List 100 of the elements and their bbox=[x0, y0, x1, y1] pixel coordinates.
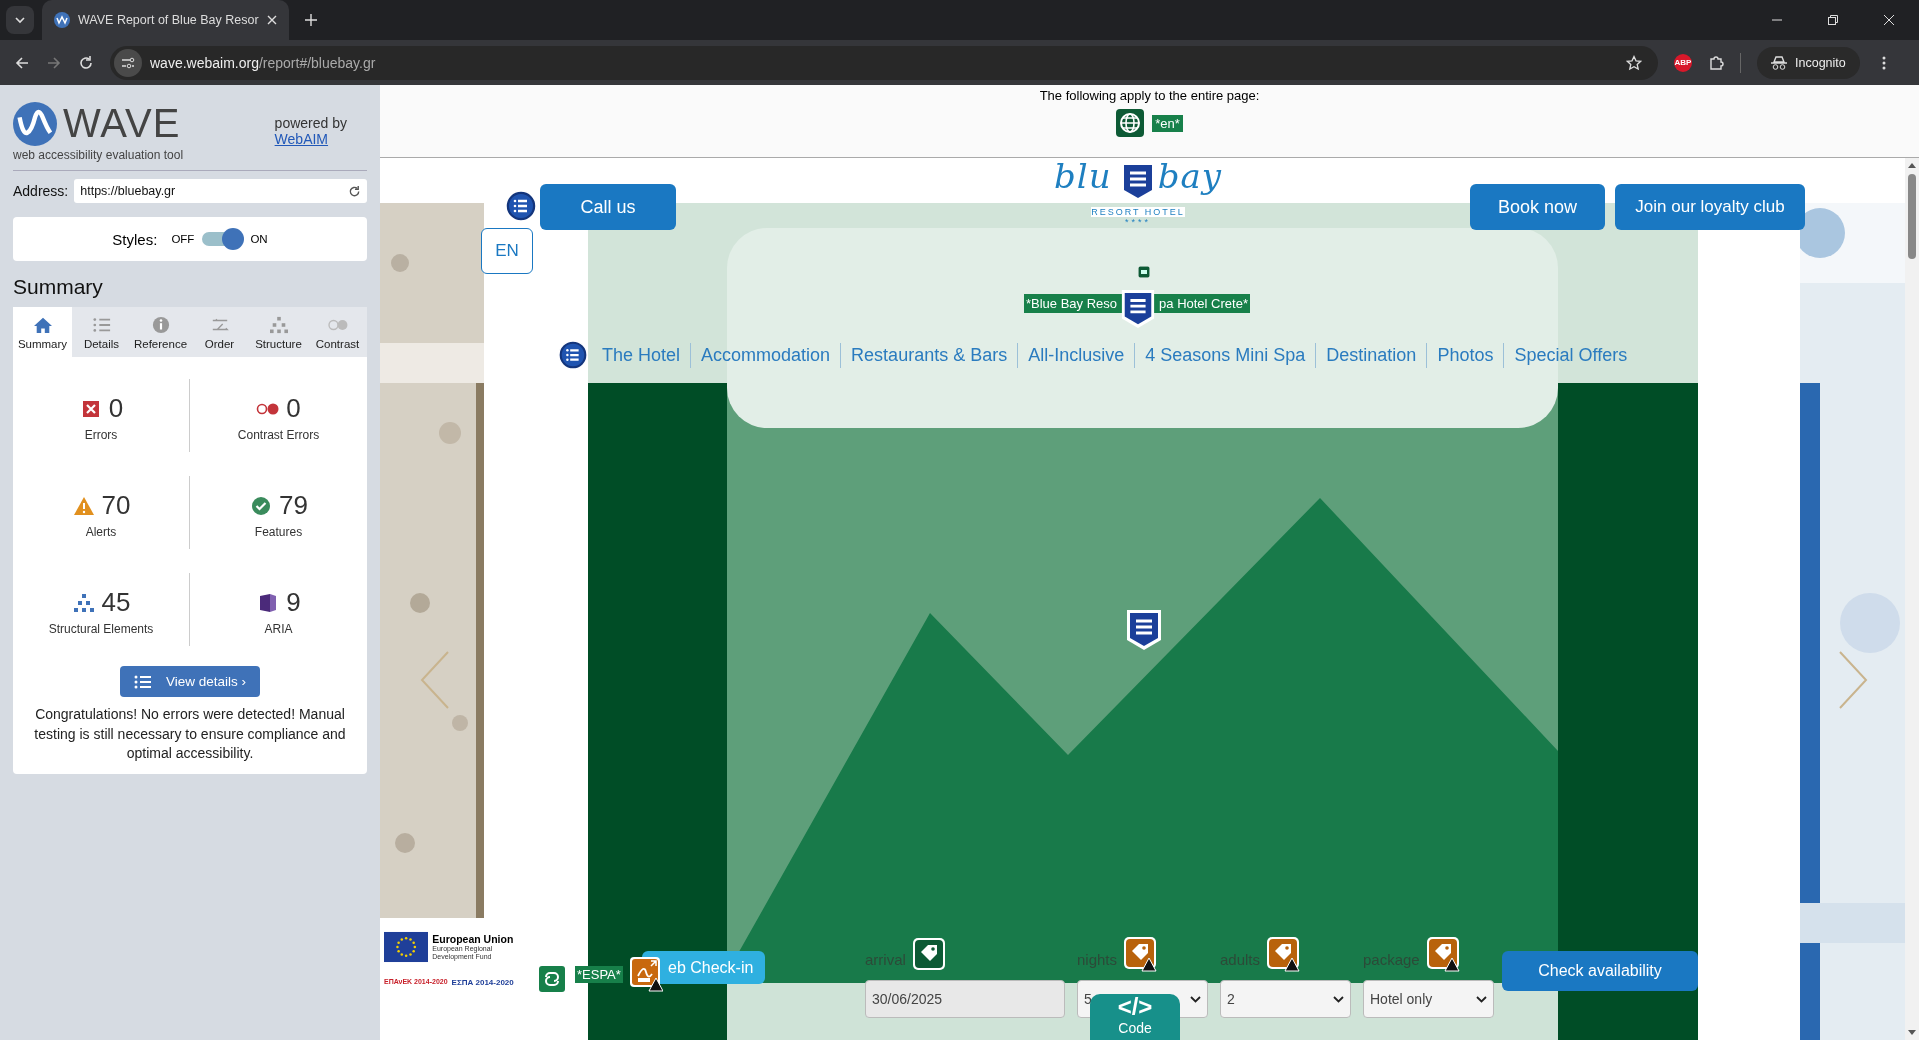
on-label: ON bbox=[250, 233, 268, 245]
panel-tab[interactable]: Details bbox=[72, 307, 131, 357]
incognito-icon bbox=[1771, 55, 1787, 70]
date-field[interactable]: 30/06/2025 bbox=[865, 980, 1065, 1018]
scrollbar-thumb[interactable] bbox=[1908, 174, 1916, 259]
home-icon bbox=[31, 316, 54, 334]
logo-stars: **** bbox=[1125, 217, 1151, 228]
logo-text: bay bbox=[1157, 158, 1222, 196]
hierarchy-icon bbox=[267, 316, 290, 334]
summary-heading: Summary bbox=[13, 275, 104, 299]
scroll-up-icon[interactable] bbox=[1908, 162, 1916, 168]
stat-count: 0 bbox=[108, 393, 124, 424]
webaim-link[interactable]: WebAIM bbox=[274, 131, 347, 147]
list-icon bbox=[558, 340, 588, 370]
list-icon bbox=[90, 316, 113, 334]
nav-link[interactable]: 4 Seasons Mini Spa bbox=[1134, 342, 1316, 368]
refresh-icon[interactable] bbox=[348, 184, 361, 198]
wave-logo-icon bbox=[13, 101, 57, 146]
powered-by-text: powered by bbox=[274, 115, 347, 131]
puzzle-icon[interactable] bbox=[1708, 54, 1724, 71]
tab-search-button[interactable] bbox=[6, 6, 34, 34]
off-label: OFF bbox=[171, 233, 195, 245]
select-field[interactable]: Hotel only bbox=[1363, 980, 1494, 1018]
url-text: wave.webaim.org/report#/bluebay.gr bbox=[150, 54, 376, 71]
logo-text: blu bbox=[1054, 158, 1112, 196]
globe-icon bbox=[1116, 109, 1145, 137]
panel-tab[interactable]: Order bbox=[190, 307, 249, 357]
chevron-down-icon bbox=[14, 14, 26, 26]
close-icon[interactable] bbox=[266, 15, 277, 25]
nav-link[interactable]: Accommodation bbox=[690, 342, 841, 368]
panel-tab[interactable]: Contrast bbox=[308, 307, 367, 357]
warning-icon bbox=[71, 495, 96, 516]
stat-label: ARIA bbox=[264, 622, 293, 636]
restore-icon[interactable] bbox=[1827, 14, 1839, 26]
profile-button[interactable]: Incognito bbox=[1757, 46, 1860, 79]
stat-count: 9 bbox=[286, 587, 301, 618]
scrollbar[interactable] bbox=[1905, 158, 1919, 1040]
star-icon[interactable] bbox=[1626, 54, 1642, 71]
tab-title: WAVE Report of Blue Bay Resor bbox=[78, 13, 259, 27]
list-shield-icon bbox=[1120, 288, 1156, 330]
call-button[interactable]: Call us bbox=[540, 184, 676, 230]
result-message: Congratulations! No errors were detected! Manual testing is still necessary to ensure compliance and optimal accessibility. bbox=[33, 705, 347, 764]
nav-link[interactable]: The Hotel bbox=[592, 342, 691, 368]
list-icon bbox=[505, 190, 537, 222]
styles-label: Styles: bbox=[112, 230, 158, 248]
browser-tab[interactable]: WAVE Report of Blue Bay Resor bbox=[42, 0, 289, 40]
panel-tab[interactable]: Reference bbox=[131, 307, 190, 357]
nav-link[interactable]: Photos bbox=[1426, 342, 1504, 368]
stat-count: 0 bbox=[286, 393, 301, 424]
nav-link[interactable]: Restaurants & Bars bbox=[840, 342, 1018, 368]
list-icon bbox=[133, 674, 152, 689]
nav-link[interactable]: Destination bbox=[1315, 342, 1427, 368]
hierarchy-icon bbox=[71, 592, 96, 613]
logo-tagline: RESORT HOTEL bbox=[1091, 207, 1185, 218]
address-label: Address: bbox=[13, 183, 69, 199]
panel-tab[interactable]: Structure bbox=[249, 307, 308, 357]
chevron-down-icon bbox=[1333, 995, 1344, 1003]
close-icon[interactable] bbox=[1883, 14, 1895, 26]
forward-icon[interactable] bbox=[46, 54, 62, 71]
wave-logo-icon bbox=[54, 12, 70, 28]
select-field[interactable]: 2 bbox=[1220, 980, 1351, 1018]
title-label-text: *Blue Bay Reso bbox=[1026, 296, 1118, 311]
stat-label: Features bbox=[254, 525, 303, 539]
notice-text: The following apply to the entire page: bbox=[1039, 88, 1260, 103]
chevron-down-icon bbox=[1190, 995, 1201, 1003]
nav-link[interactable]: All-Inclusive bbox=[1017, 342, 1135, 368]
stat-count: 70 bbox=[101, 490, 131, 521]
code-tab[interactable]: </> Code bbox=[1090, 994, 1180, 1040]
reload-icon[interactable] bbox=[78, 54, 94, 71]
programme-logo-text: ΕΣΠΑ 2014-2020 bbox=[451, 978, 514, 987]
language-label: *en* bbox=[1152, 114, 1183, 132]
link-label: *ESPA* bbox=[575, 966, 623, 983]
stat-label: Errors bbox=[84, 428, 118, 442]
scroll-down-icon[interactable] bbox=[1908, 1030, 1916, 1036]
panel-tab[interactable]: Summary bbox=[13, 307, 72, 357]
address-field[interactable]: https://bluebay.gr bbox=[74, 179, 367, 203]
view-details-button[interactable]: View details › bbox=[119, 666, 260, 697]
new-tab-icon[interactable] bbox=[304, 14, 317, 26]
book-button[interactable]: Book now bbox=[1470, 184, 1605, 230]
stat-label: Alerts bbox=[85, 525, 117, 539]
site-info-icon[interactable] bbox=[114, 48, 142, 77]
chevron-down-icon bbox=[1476, 995, 1487, 1003]
stat-count: 45 bbox=[101, 587, 131, 618]
check-availability-button[interactable]: Check availability bbox=[1502, 951, 1698, 991]
back-icon[interactable] bbox=[14, 54, 30, 71]
language-button[interactable]: EN bbox=[481, 228, 533, 274]
stat-count: 79 bbox=[279, 490, 308, 521]
extension-badge[interactable]: ABP bbox=[1674, 53, 1692, 72]
link-icon bbox=[537, 964, 567, 994]
stat-label: Structural Elements bbox=[48, 622, 154, 636]
title-label-text: pa Hotel Crete* bbox=[1159, 296, 1248, 311]
stat-label: Contrast Errors bbox=[237, 428, 320, 442]
nav-link[interactable]: Special Offers bbox=[1503, 342, 1638, 368]
image-icon bbox=[1138, 266, 1150, 278]
list-shield-icon bbox=[1125, 608, 1163, 652]
address-bar[interactable]: wave.webaim.org/report#/bluebay.gr bbox=[110, 45, 1658, 80]
app-tagline: web accessibility evaluation tool bbox=[13, 148, 184, 162]
eu-title: European Union bbox=[432, 933, 515, 946]
pdf-warning-icon bbox=[629, 956, 663, 992]
loyalty-button[interactable]: Join our loyalty club bbox=[1615, 184, 1805, 230]
